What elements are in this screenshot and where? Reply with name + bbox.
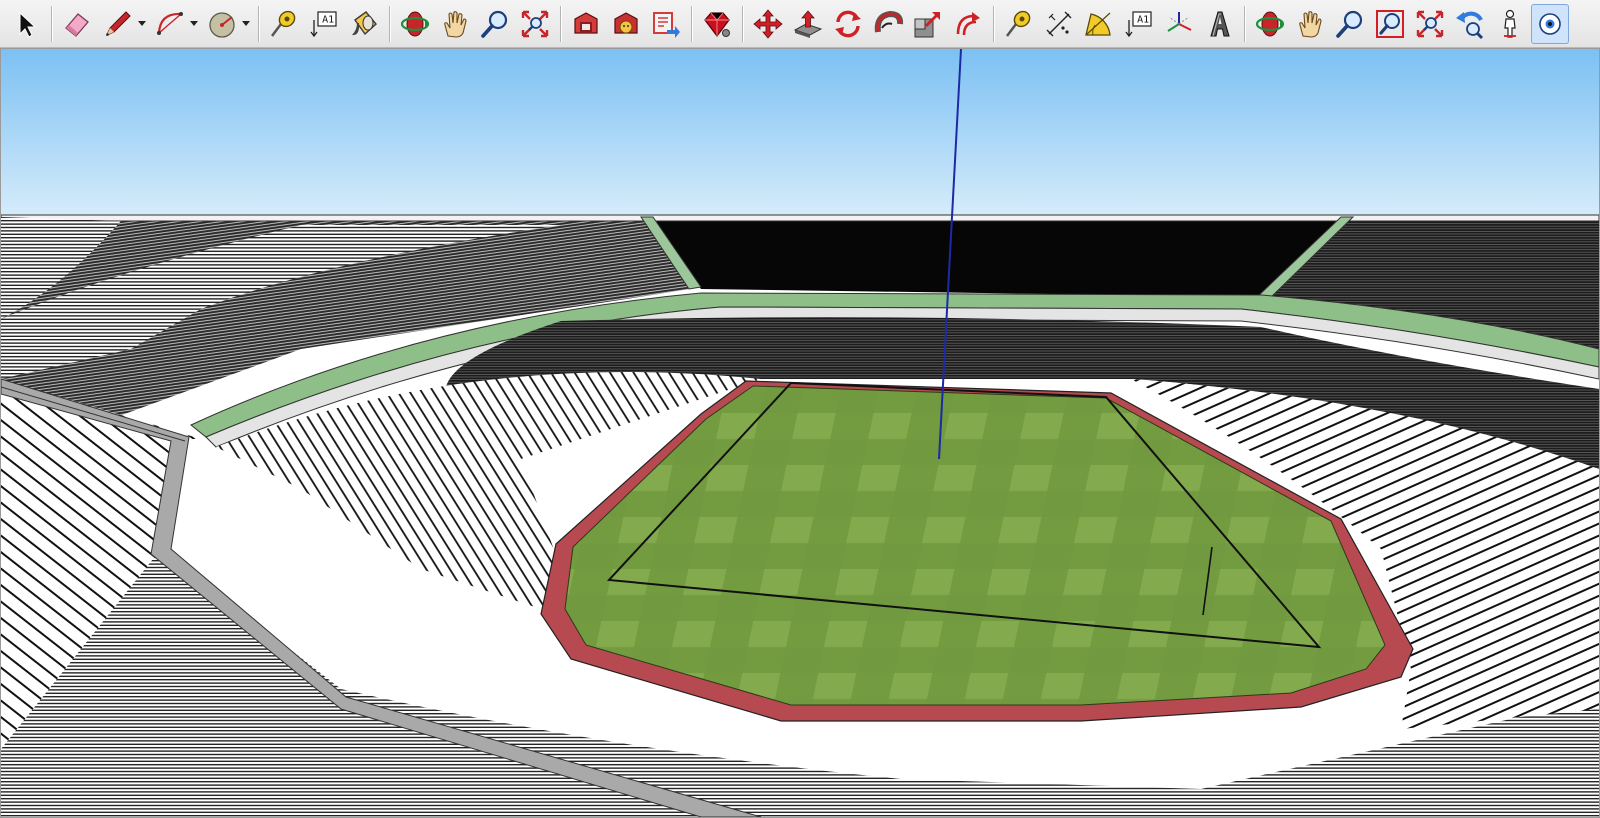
zoom-window-tool-button[interactable] bbox=[1371, 4, 1409, 44]
3d-text-tool-button[interactable] bbox=[1200, 4, 1238, 44]
model-viewport[interactable] bbox=[0, 48, 1600, 818]
select-tool-button[interactable] bbox=[7, 4, 45, 44]
zoom-extents-icon bbox=[521, 10, 549, 37]
rotate-icon bbox=[835, 10, 861, 37]
roof-edge bbox=[1, 214, 1599, 222]
orbit-tool-button-2[interactable] bbox=[1251, 4, 1289, 44]
3d-text-icon bbox=[1210, 11, 1230, 36]
zoom-icon bbox=[481, 10, 508, 38]
upper-stand-center bbox=[641, 217, 1341, 297]
line-tool-button[interactable] bbox=[98, 4, 148, 44]
look-around-button[interactable] bbox=[1531, 3, 1569, 44]
share-model-icon bbox=[653, 11, 680, 38]
previous-view-button[interactable] bbox=[1451, 4, 1489, 44]
zoom-extents-tool-button-2[interactable] bbox=[1411, 4, 1449, 44]
zoom-icon bbox=[1336, 10, 1363, 38]
push-pull-icon bbox=[793, 9, 823, 38]
main-toolbar: A1 A1 bbox=[0, 0, 1600, 48]
text-tool-button[interactable]: A1 bbox=[305, 4, 343, 44]
protractor-icon bbox=[1085, 12, 1111, 36]
toolbar-separator bbox=[51, 5, 52, 42]
orbit-tool-button[interactable] bbox=[396, 4, 434, 44]
dimension-tool-button[interactable] bbox=[1040, 4, 1078, 44]
sky-background bbox=[1, 49, 1599, 217]
follow-me-icon bbox=[874, 10, 904, 32]
scale-icon bbox=[914, 11, 940, 37]
eraser-tool-button[interactable] bbox=[58, 4, 96, 44]
zoom-tool-button[interactable] bbox=[476, 4, 514, 44]
circle-icon bbox=[209, 11, 235, 38]
ruby-icon bbox=[704, 11, 730, 37]
tape-measure-tool-button[interactable] bbox=[265, 4, 303, 44]
scale-tool-button[interactable] bbox=[909, 4, 947, 44]
zoom-extents-icon bbox=[1416, 10, 1444, 37]
extension-warehouse-button[interactable] bbox=[607, 4, 645, 44]
orbit-icon bbox=[400, 11, 430, 36]
chevron-down-icon[interactable] bbox=[138, 20, 146, 26]
text-label-icon bbox=[310, 10, 337, 37]
zoom-extents-tool-button[interactable] bbox=[516, 4, 554, 44]
text-tool-button-2[interactable]: A1 bbox=[1120, 4, 1158, 44]
move-icon bbox=[753, 8, 783, 39]
share-model-button[interactable] bbox=[647, 4, 685, 44]
chevron-down-icon[interactable] bbox=[190, 20, 198, 26]
arc-tool-button[interactable] bbox=[150, 4, 200, 44]
zoom-window-icon bbox=[1376, 9, 1404, 38]
chevron-down-icon[interactable] bbox=[242, 20, 250, 26]
move-tool-button[interactable] bbox=[749, 4, 787, 44]
orbit-icon bbox=[1255, 11, 1285, 36]
circle-tool-button[interactable] bbox=[202, 4, 252, 44]
rotate-tool-button[interactable] bbox=[829, 4, 867, 44]
stadium-3d-model bbox=[1, 49, 1599, 817]
previous-view-icon bbox=[1456, 11, 1484, 39]
position-camera-button[interactable] bbox=[1491, 4, 1529, 44]
axes-tool-button[interactable] bbox=[1160, 4, 1198, 44]
pan-hand-icon bbox=[1299, 10, 1322, 38]
look-around-icon bbox=[1539, 12, 1561, 35]
tape-measure-icon bbox=[1006, 10, 1031, 37]
ruby-console-button[interactable] bbox=[698, 4, 736, 44]
follow-me-tool-button[interactable] bbox=[869, 4, 907, 44]
pan-tool-button[interactable] bbox=[436, 4, 474, 44]
offset-tool-button[interactable] bbox=[949, 4, 987, 44]
select-arrow-icon bbox=[19, 11, 37, 38]
text-label-icon bbox=[1125, 10, 1152, 37]
paint-bucket-tool-button[interactable] bbox=[345, 4, 383, 44]
paint-bucket-icon bbox=[352, 10, 377, 35]
toolbar-separator bbox=[560, 5, 561, 42]
pan-hand-icon bbox=[444, 10, 467, 38]
toolbar-separator bbox=[691, 5, 692, 42]
toolbar-separator bbox=[742, 5, 743, 42]
extension-icon bbox=[614, 11, 638, 34]
push-pull-tool-button[interactable] bbox=[789, 4, 827, 44]
toolbar-separator bbox=[993, 5, 994, 42]
axes-icon bbox=[1167, 11, 1192, 32]
offset-icon bbox=[956, 11, 980, 35]
arc-icon bbox=[157, 11, 183, 35]
tape-measure-tool-button-2[interactable] bbox=[1000, 4, 1038, 44]
position-camera-icon bbox=[1504, 9, 1516, 38]
eraser-icon bbox=[65, 12, 89, 37]
protractor-tool-button[interactable] bbox=[1080, 4, 1118, 44]
sketchup-window: A1 A1 bbox=[0, 0, 1600, 818]
pan-tool-button-2[interactable] bbox=[1291, 4, 1329, 44]
warehouse-icon bbox=[574, 11, 598, 34]
pencil-icon bbox=[106, 10, 131, 36]
3d-warehouse-button[interactable] bbox=[567, 4, 605, 44]
zoom-tool-button-2[interactable] bbox=[1331, 4, 1369, 44]
principal-tools: A1 A1 bbox=[6, 2, 1570, 46]
toolbar-separator bbox=[1244, 5, 1245, 42]
toolbar-separator bbox=[258, 5, 259, 42]
dimension-icon bbox=[1046, 11, 1072, 36]
toolbar-separator bbox=[389, 5, 390, 42]
tape-measure-icon bbox=[271, 10, 296, 37]
